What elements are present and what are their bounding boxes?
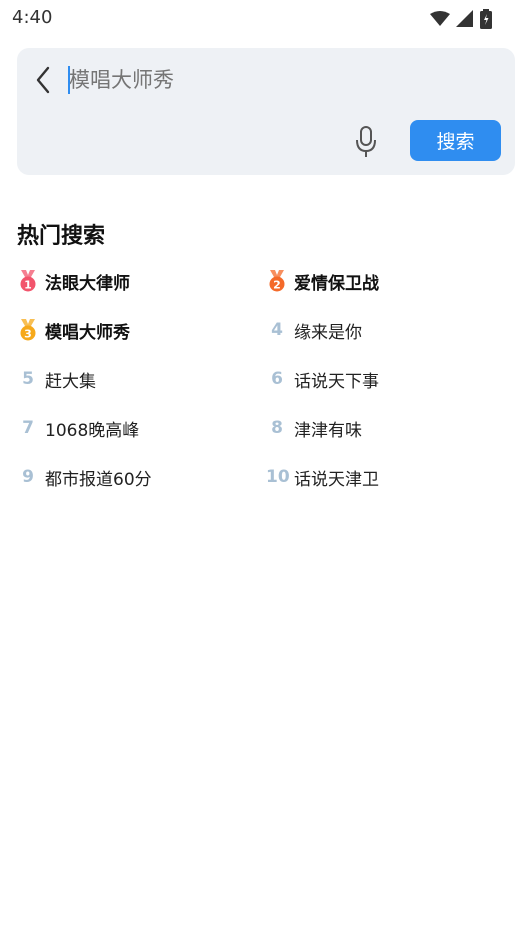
wifi-icon [430,11,450,26]
svg-text:3: 3 [24,328,32,341]
hot-search-title: 热门搜索 [17,224,106,249]
rank-number: 4 [271,320,283,340]
svg-text:1: 1 [24,279,32,292]
microphone-icon [356,126,376,157]
hot-search-label: 话说天下事 [294,371,379,392]
rank-number: 8 [271,418,283,438]
back-button[interactable] [31,62,55,98]
rank-number: 9 [22,467,34,487]
battery-icon [480,9,492,29]
text-cursor [68,66,70,94]
hot-search-item[interactable]: 5 赶大集 [17,362,96,396]
search-box: 搜索 [17,48,515,175]
hot-search-label: 津津有味 [294,420,362,441]
medal-icon: 2 [266,270,288,292]
rank-number: 10 [266,467,290,487]
hot-search-label: 都市报道60分 [45,469,152,490]
status-bar: 4:40 [0,0,532,36]
hot-search-item[interactable]: 3 模唱大师秀 [17,313,130,347]
svg-text:2: 2 [273,279,281,292]
hot-search-item[interactable]: 9 都市报道60分 [17,460,152,494]
signal-icon [456,10,473,27]
hot-search-label: 1068晚高峰 [45,420,140,441]
status-time: 4:40 [12,7,53,28]
hot-search-item[interactable]: 6 话说天下事 [266,362,379,396]
voice-search-button[interactable] [351,122,381,162]
search-button[interactable]: 搜索 [410,120,501,161]
hot-search-item[interactable]: 10 话说天津卫 [266,460,379,494]
hot-search-item[interactable]: 4 缘来是你 [266,313,362,347]
medal-icon: 3 [17,319,39,341]
back-chevron-icon [36,66,50,94]
hot-search-label: 赶大集 [45,371,96,392]
hot-search-item[interactable]: 2 爱情保卫战 [266,264,379,298]
hot-search-label: 爱情保卫战 [294,273,379,294]
hot-search-label: 模唱大师秀 [45,322,130,343]
status-icons [430,9,492,29]
hot-search-label: 缘来是你 [294,322,362,343]
hot-search-item[interactable]: 7 1068晚高峰 [17,411,139,445]
hot-search-item[interactable]: 1 法眼大律师 [17,264,130,298]
search-input[interactable] [65,62,489,98]
rank-number: 6 [271,369,283,389]
rank-number: 7 [22,418,34,438]
hot-search-label: 话说天津卫 [294,469,379,490]
rank-number: 5 [22,369,34,389]
hot-search-label: 法眼大律师 [45,273,130,294]
hot-search-item[interactable]: 8 津津有味 [266,411,362,445]
medal-icon: 1 [17,270,39,292]
